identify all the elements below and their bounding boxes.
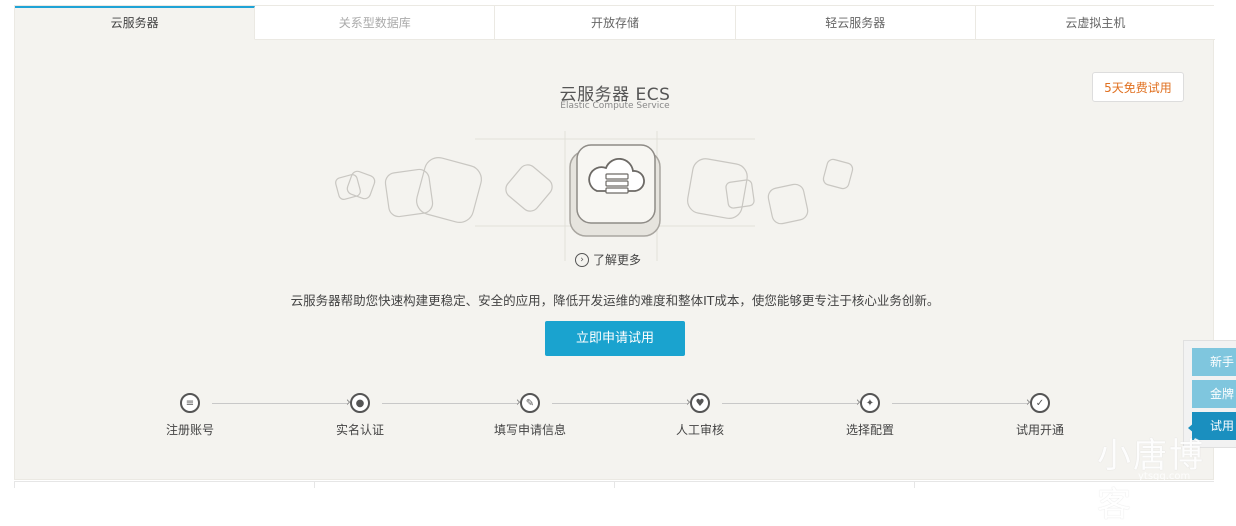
- step-label: 填写申请信息: [493, 423, 566, 437]
- bottom-card: [14, 481, 314, 488]
- chevron-right-circle-icon: ›: [575, 252, 589, 267]
- trial-steps: ≡ 注册账号 ● 实名认证 ✎ 填写申请信息 ♥ 人工审核 ✦ 选择配置 ✓ 试…: [145, 393, 1095, 443]
- apply-trial-button[interactable]: 立即申请试用: [545, 321, 685, 356]
- step-label: 人工审核: [675, 423, 724, 437]
- step-activate: ✓ 试用开通: [995, 393, 1085, 438]
- tab-rds[interactable]: 关系型数据库: [255, 6, 496, 40]
- check-icon: ✓: [1030, 393, 1050, 413]
- side-newbie-button[interactable]: 新手: [1192, 348, 1236, 376]
- tab-light-server[interactable]: 轻云服务器: [735, 6, 976, 40]
- bottom-cards-row: [14, 481, 1214, 488]
- side-gold-button[interactable]: 金牌: [1192, 380, 1236, 408]
- step-review: ♥ 人工审核: [655, 393, 745, 438]
- product-description: 云服务器帮助您快速构建更稳定、安全的应用，降低开发运维的难度和整体IT成本，使您…: [290, 293, 940, 308]
- step-fill-info: ✎ 填写申请信息: [485, 393, 575, 438]
- product-tabs: 云服务器 关系型数据库 开放存储 轻云服务器 云虚拟主机: [15, 6, 1216, 41]
- step-configure: ✦ 选择配置: [825, 393, 915, 438]
- step-verify: ● 实名认证: [315, 393, 405, 438]
- step-label: 试用开通: [1015, 423, 1064, 437]
- learn-more-link[interactable]: › 了解更多: [575, 251, 641, 268]
- bottom-card: [314, 481, 614, 488]
- heart-icon: ♥: [690, 393, 710, 413]
- learn-more-label: 了解更多: [593, 253, 642, 267]
- step-register: ≡ 注册账号: [145, 393, 235, 438]
- list-icon: ≡: [180, 393, 200, 413]
- tab-virtual-host[interactable]: 云虚拟主机: [975, 6, 1216, 40]
- cloud-server-illustration: [335, 131, 854, 261]
- step-label: 实名认证: [335, 423, 384, 437]
- product-subtitle: Elastic Compute Service: [560, 101, 670, 111]
- tab-oss[interactable]: 开放存储: [495, 6, 736, 40]
- user-icon: ●: [350, 393, 370, 413]
- pencil-icon: ✎: [520, 393, 540, 413]
- product-panel: 云服务器 关系型数据库 开放存储 轻云服务器 云虚拟主机 云服务器 ECS El…: [14, 5, 1216, 480]
- wrench-icon: ✦: [860, 393, 880, 413]
- tab-ecs[interactable]: 云服务器: [15, 6, 256, 40]
- step-label: 注册账号: [165, 423, 214, 437]
- step-label: 选择配置: [845, 423, 894, 437]
- bottom-card: [614, 481, 914, 488]
- watermark-sub: ytsgq.com: [1138, 471, 1191, 482]
- free-trial-badge[interactable]: 5天免费试用: [1092, 72, 1184, 102]
